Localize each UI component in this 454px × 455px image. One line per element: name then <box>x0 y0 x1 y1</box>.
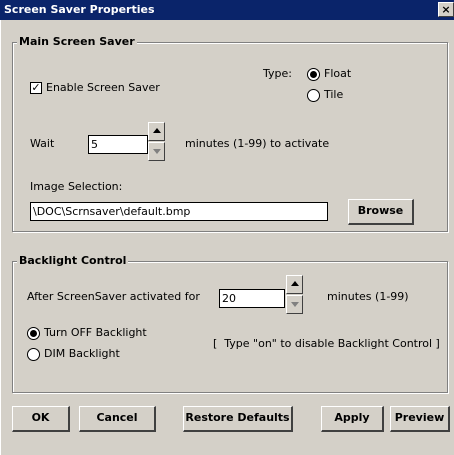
dialog-body: Main Screen Saver ✓ Enable Screen Saver … <box>0 20 454 455</box>
arrow-down-icon <box>153 149 161 154</box>
close-button[interactable]: × <box>438 2 454 17</box>
type-tile-label: Tile <box>324 88 344 101</box>
after-screensaver-label: After ScreenSaver activated for <box>27 290 200 303</box>
window-title: Screen Saver Properties <box>4 3 155 16</box>
arrow-down-icon <box>291 302 299 307</box>
backlight-suffix-text: minutes (1-99) <box>327 290 409 303</box>
enable-screen-saver-checkbox[interactable]: ✓ <box>30 82 42 94</box>
browse-button[interactable]: Browse <box>348 199 414 225</box>
apply-button[interactable]: Apply <box>321 406 384 432</box>
preview-button[interactable]: Preview <box>390 406 450 432</box>
type-tile-radio[interactable] <box>307 89 320 102</box>
arrow-up-icon <box>153 128 161 133</box>
type-float-radio[interactable] <box>307 68 320 81</box>
arrow-up-icon <box>291 281 299 286</box>
backlight-hint-text: [ Type "on" to disable Backlight Control… <box>213 337 440 350</box>
close-icon: × <box>441 3 451 16</box>
title-bar: Screen Saver Properties × <box>0 0 454 20</box>
backlight-spin-down-button[interactable] <box>286 295 303 314</box>
turn-off-backlight-radio[interactable] <box>27 327 40 340</box>
cancel-button[interactable]: Cancel <box>79 406 156 432</box>
enable-screen-saver-label: Enable Screen Saver <box>46 81 160 94</box>
backlight-minutes-input[interactable]: 20 <box>219 289 285 308</box>
main-screen-saver-group: Main Screen Saver ✓ Enable Screen Saver … <box>12 35 448 232</box>
restore-defaults-button[interactable]: Restore Defaults <box>183 406 293 432</box>
main-screen-saver-label: Main Screen Saver <box>17 35 137 48</box>
wait-spin-up-button[interactable] <box>148 122 165 141</box>
turn-off-backlight-label: Turn OFF Backlight <box>44 326 147 339</box>
type-label: Type: <box>263 67 292 80</box>
dim-backlight-radio[interactable] <box>27 348 40 361</box>
type-float-label: Float <box>324 67 352 80</box>
ok-button[interactable]: OK <box>12 406 70 432</box>
wait-minutes-input[interactable]: 5 <box>88 135 148 154</box>
backlight-control-group: Backlight Control After ScreenSaver acti… <box>12 254 448 393</box>
check-icon: ✓ <box>31 81 41 94</box>
image-path-input[interactable]: \DOC\Scrnsaver\default.bmp <box>30 202 328 221</box>
wait-label: Wait <box>30 137 55 150</box>
backlight-spin-up-button[interactable] <box>286 275 303 294</box>
backlight-control-label: Backlight Control <box>17 254 129 267</box>
image-selection-label: Image Selection: <box>30 180 123 193</box>
dim-backlight-label: DIM Backlight <box>44 347 120 360</box>
wait-spin-down-button[interactable] <box>148 142 165 161</box>
wait-suffix-text: minutes (1-99) to activate <box>185 137 330 150</box>
